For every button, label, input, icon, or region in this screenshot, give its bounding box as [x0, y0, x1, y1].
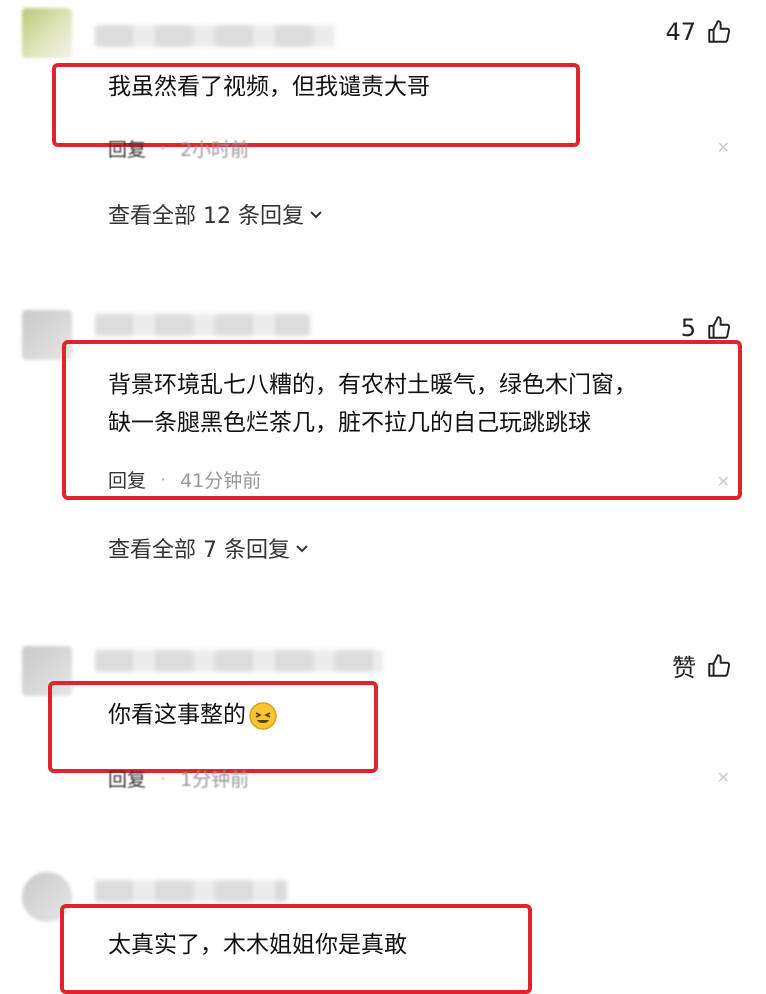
like-button[interactable]: 赞: [672, 648, 732, 683]
reply-button[interactable]: 回复: [108, 466, 146, 493]
view-all-replies-button[interactable]: 查看全部 12 条回复: [108, 198, 324, 230]
timestamp: 1分钟前: [180, 769, 250, 791]
like-count: 47: [665, 18, 696, 46]
comment-meta: 回复 · 2小时前: [108, 135, 249, 162]
comment-text-line-2: 缺一条腿黑色烂茶几，脏不拉几的自己玩跳跳球: [108, 410, 591, 436]
comment-2: 5 背景环境乱七八糟的，有农村土暖气，绿色木门窗， 缺一条腿黑色烂茶几，脏不拉几…: [0, 290, 766, 620]
like-button[interactable]: 5: [681, 314, 732, 342]
chevron-down-icon: [310, 211, 322, 219]
thumbs-up-icon: [708, 316, 731, 339]
thumbs-up-icon: [708, 653, 731, 677]
avatar[interactable]: [22, 8, 72, 58]
comment-text: 你看这事整的: [108, 696, 278, 734]
like-count: 5: [680, 314, 696, 342]
comment-text: 我虽然看了视频，但我谴责大哥: [108, 74, 430, 100]
chevron-down-icon: [296, 545, 308, 553]
comment-4: 太真实了，木木姐姐你是真敢: [0, 860, 766, 994]
separator-dot: ·: [160, 468, 167, 491]
timestamp: 2小时前: [180, 139, 250, 161]
comment-meta: 回复 · 41分钟前: [108, 466, 261, 493]
comment-text: 太真实了，木木姐姐你是真敢: [108, 932, 407, 958]
comment-text-line-1: 背景环境乱七八糟的，有农村土暖气，绿色木门窗，: [108, 372, 637, 398]
separator-dot: ·: [160, 767, 167, 790]
reply-button[interactable]: 回复: [108, 135, 146, 162]
username[interactable]: [95, 25, 335, 47]
view-all-label: 查看全部 7 条回复: [108, 538, 290, 563]
laughing-emoji-icon: [249, 701, 277, 730]
like-label: 赞: [672, 654, 696, 682]
separator-dot: ·: [160, 137, 167, 160]
close-icon[interactable]: ✕: [717, 138, 730, 157]
timestamp: 41分钟前: [180, 470, 262, 492]
username[interactable]: [95, 880, 287, 902]
comment-3: 赞 你看这事整的 回复 · 1分钟前 ✕: [0, 620, 766, 860]
close-icon[interactable]: ✕: [717, 472, 730, 491]
thumbs-up-icon: [708, 20, 731, 43]
reply-button[interactable]: 回复: [108, 765, 146, 792]
view-all-replies-button[interactable]: 查看全部 7 条回复: [108, 532, 310, 564]
comment-text-body: 你看这事整的: [108, 702, 246, 728]
view-all-label: 查看全部 12 条回复: [108, 204, 304, 229]
like-button[interactable]: 47: [665, 18, 732, 46]
comment-meta: 回复 · 1分钟前: [108, 765, 249, 792]
username[interactable]: [95, 650, 383, 672]
comment-1: 47 我虽然看了视频，但我谴责大哥 回复 · 2小时前 ✕ 查看全部 12 条回…: [0, 0, 766, 290]
username[interactable]: [95, 314, 310, 336]
close-icon[interactable]: ✕: [717, 768, 730, 787]
